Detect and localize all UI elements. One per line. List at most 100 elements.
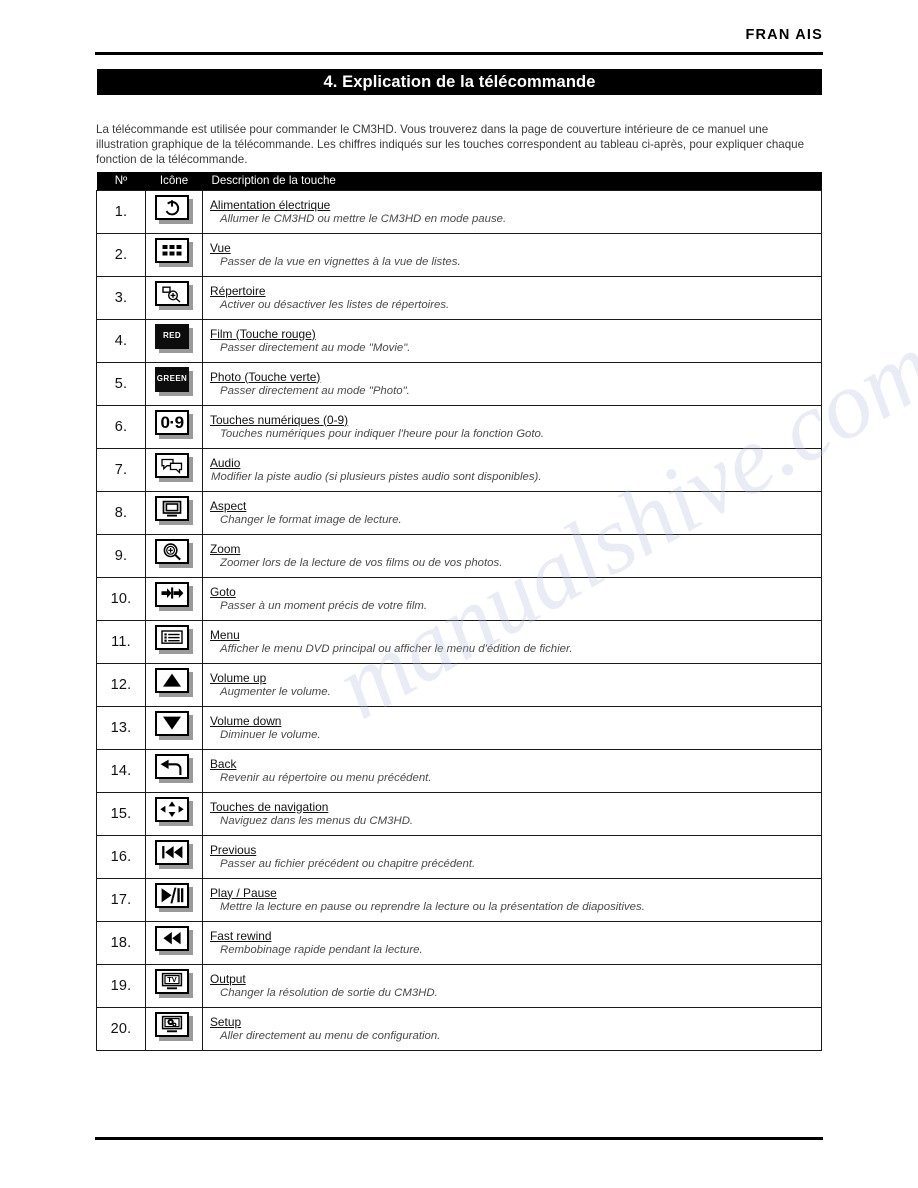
intro-paragraph: La télécommande est utilisée pour comman… xyxy=(96,122,805,166)
row-label: Output xyxy=(210,971,246,986)
row-icon-cell xyxy=(145,878,203,922)
row-number: 1. xyxy=(96,190,146,234)
row-icon-cell xyxy=(145,1007,203,1051)
row-icon-cell xyxy=(145,534,203,578)
table-row: 20. Setup Aller directement au menu de con… xyxy=(96,1007,822,1051)
row-label: Audio xyxy=(210,455,241,470)
icon-face xyxy=(155,624,189,650)
row-label: Volume down xyxy=(210,713,282,728)
table-row: 18. Fast rewind Rembobinage rapide pendant… xyxy=(96,921,822,965)
row-subtext: Passer au fichier précédent ou chapitre … xyxy=(220,857,476,870)
volume-down-icon xyxy=(155,710,193,740)
row-number: 18. xyxy=(96,921,146,965)
row-label: Touches de navigation xyxy=(210,799,329,814)
row-description-cell: Back Revenir au répertoire ou menu précéd… xyxy=(202,749,822,793)
row-label: Menu xyxy=(210,627,240,642)
row-number: 15. xyxy=(96,792,146,836)
column-header-description: Description de la touche xyxy=(202,172,822,191)
back-arrow-icon xyxy=(155,753,193,783)
row-description-cell: Menu Afficher le menu DVD principal ou af… xyxy=(202,620,822,664)
table-row: 19. TV Output Changer la résolution de sort… xyxy=(96,964,822,1008)
row-subtext: Zoomer lors de la lecture de vos films o… xyxy=(220,556,503,569)
table-row: 14. Back Revenir au répertoire ou menu pré… xyxy=(96,749,822,793)
row-subtext: Modifier la piste audio (si plusieurs pi… xyxy=(211,470,542,483)
remote-control-table: Nº Icône Description de la touche 1. Alim… xyxy=(96,172,822,1051)
section-title-bar: 4. Explication de la télécommande xyxy=(97,69,822,95)
volume-up-icon xyxy=(155,667,193,697)
table-row: 4. RED Film (Touche rouge) Passer directeme… xyxy=(96,319,822,363)
table-row: 1. Alimentation électrique Allumer le CM3H… xyxy=(96,190,822,234)
icon-face xyxy=(155,753,189,779)
row-subtext: Touches numériques pour indiquer l'heure… xyxy=(220,427,545,440)
table-row: 15. Touches de navigation Naviguez dans le… xyxy=(96,792,822,836)
icon-face: 0·9 xyxy=(155,409,189,435)
power-icon xyxy=(155,194,193,224)
row-number: 3. xyxy=(96,276,146,320)
row-icon-cell xyxy=(145,706,203,750)
row-label: Vue xyxy=(210,240,231,255)
row-number: 14. xyxy=(96,749,146,793)
row-description-cell: Play / Pause Mettre la lecture en pause o… xyxy=(202,878,822,922)
icon-face xyxy=(155,538,189,564)
row-number: 6. xyxy=(96,405,146,449)
table-row: 10. Goto Passer à un moment précis de votr… xyxy=(96,577,822,621)
row-description-cell: Output Changer la résolution de sortie du… xyxy=(202,964,822,1008)
icon-face xyxy=(155,710,189,736)
table-header: Nº Icône Description de la touche xyxy=(96,172,822,191)
icon-face xyxy=(155,882,189,908)
row-description-cell: Fast rewind Rembobinage rapide pendant la… xyxy=(202,921,822,965)
row-description-cell: Alimentation électrique Allumer le CM3HD … xyxy=(202,190,822,234)
icon-face xyxy=(155,1011,189,1037)
row-description-cell: Goto Passer à un moment précis de votre f… xyxy=(202,577,822,621)
grid-view-icon xyxy=(155,237,193,267)
icon-face xyxy=(155,495,189,521)
table-row: 11. Menu Afficher le menu DVD principal ou… xyxy=(96,620,822,664)
row-icon-cell: TV xyxy=(145,964,203,1008)
goto-icon xyxy=(155,581,193,611)
tv-output-icon: TV xyxy=(155,968,193,998)
table-row: 3. Répertoire Activer ou désactiver les li… xyxy=(96,276,822,320)
row-label: Répertoire xyxy=(210,283,266,298)
row-subtext: Mettre la lecture en pause ou reprendre … xyxy=(220,900,645,913)
icon-face: RED xyxy=(155,323,189,349)
row-description-cell: Volume down Diminuer le volume. xyxy=(202,706,822,750)
table-row: 7. Audio Modifier la piste audio (si plusi… xyxy=(96,448,822,492)
navigation-keys-icon xyxy=(155,796,193,826)
zoom-icon xyxy=(155,538,193,568)
row-subtext: Activer ou désactiver les listes de répe… xyxy=(220,298,450,311)
row-subtext: Naviguez dans les menus du CM3HD. xyxy=(220,814,414,827)
row-description-cell: Vue Passer de la vue en vignettes à la vu… xyxy=(202,233,822,277)
row-icon-cell xyxy=(145,577,203,621)
row-subtext: Aller directement au menu de configurati… xyxy=(220,1029,441,1042)
row-number: 20. xyxy=(96,1007,146,1051)
row-label: Play / Pause xyxy=(210,885,277,900)
row-icon-cell xyxy=(145,448,203,492)
row-subtext: Diminuer le volume. xyxy=(220,728,321,741)
row-icon-cell xyxy=(145,276,203,320)
row-label: Touches numériques (0-9) xyxy=(210,412,349,427)
row-number: 7. xyxy=(96,448,146,492)
row-label: Photo (Touche verte) xyxy=(210,369,321,384)
icon-face xyxy=(155,194,189,220)
aspect-icon xyxy=(155,495,193,525)
table-row: 12. Volume up Augmenter le volume. xyxy=(96,663,822,707)
row-subtext: Allumer le CM3HD ou mettre le CM3HD en m… xyxy=(220,212,507,225)
row-subtext: Passer de la vue en vignettes à la vue d… xyxy=(220,255,461,268)
row-description-cell: Aspect Changer le format image de lecture… xyxy=(202,491,822,535)
row-subtext: Passer à un moment précis de votre film. xyxy=(220,599,428,612)
row-description-cell: Photo (Touche verte) Passer directement a… xyxy=(202,362,822,406)
icon-face xyxy=(155,452,189,478)
row-number: 10. xyxy=(96,577,146,621)
row-description-cell: Répertoire Activer ou désactiver les list… xyxy=(202,276,822,320)
row-subtext: Rembobinage rapide pendant la lecture. xyxy=(220,943,423,956)
row-description-cell: Film (Touche rouge) Passer directement au… xyxy=(202,319,822,363)
row-label: Zoom xyxy=(210,541,241,556)
row-icon-cell xyxy=(145,835,203,879)
row-icon-cell xyxy=(145,749,203,793)
icon-face xyxy=(155,280,189,306)
row-number: 12. xyxy=(96,663,146,707)
row-number: 5. xyxy=(96,362,146,406)
page-title: 4. Explication de la télécommande xyxy=(323,72,596,91)
row-number: 11. xyxy=(96,620,146,664)
footer-divider xyxy=(95,1137,823,1140)
